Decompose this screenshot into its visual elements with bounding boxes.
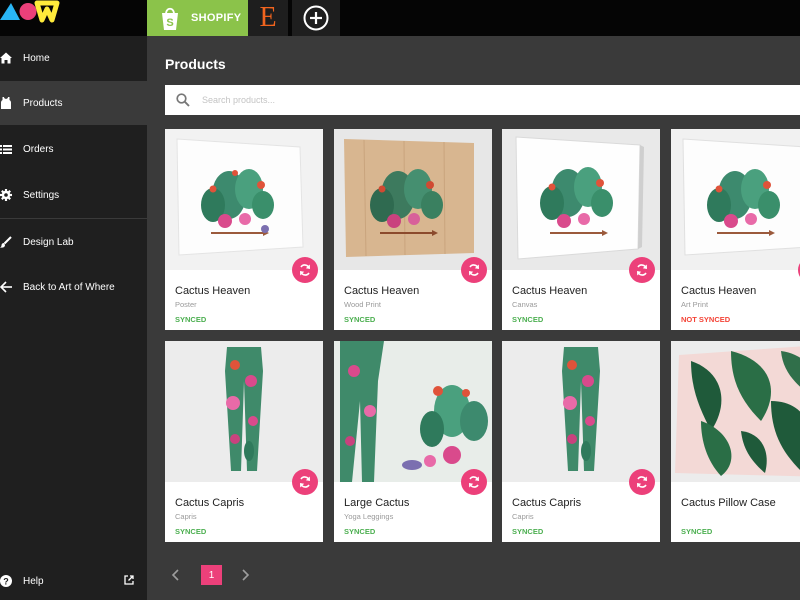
product-image bbox=[502, 129, 660, 270]
product-type: Art Print bbox=[681, 300, 709, 309]
sidebar-item-label: Back to Art of Where bbox=[23, 281, 115, 293]
product-card[interactable]: Cactus Heaven Wood Print SYNCED bbox=[334, 129, 492, 330]
product-card[interactable]: Large Cactus Yoga Leggings SYNCED bbox=[334, 341, 492, 542]
product-name: Cactus Heaven bbox=[512, 285, 588, 297]
sync-icon bbox=[637, 264, 647, 276]
product-name: Cactus Capris bbox=[175, 497, 245, 509]
sidebar-item-help[interactable]: ? Help bbox=[0, 566, 147, 596]
product-image bbox=[334, 129, 492, 270]
sidebar-item-home[interactable]: Home bbox=[0, 36, 147, 80]
sync-status: SYNCED bbox=[681, 527, 713, 536]
sync-icon bbox=[300, 476, 310, 488]
product-type: Capris bbox=[175, 512, 197, 521]
external-link-icon bbox=[124, 575, 134, 585]
product-image bbox=[165, 341, 323, 482]
search-bar[interactable] bbox=[165, 85, 800, 115]
product-card[interactable]: Cactus Capris Capris SYNCED bbox=[165, 341, 323, 542]
art-of-where-logo-icon[interactable] bbox=[0, 0, 70, 36]
brush-icon bbox=[0, 236, 12, 248]
sync-icon bbox=[469, 264, 479, 276]
sync-icon bbox=[469, 476, 479, 488]
product-card[interactable]: Cactus Capris Capris SYNCED bbox=[502, 341, 660, 542]
gear-icon bbox=[0, 189, 12, 201]
product-type: Capris bbox=[512, 512, 534, 521]
sidebar-item-design-lab[interactable]: Design Lab bbox=[0, 220, 147, 264]
chevron-right-icon[interactable] bbox=[238, 568, 252, 582]
chevron-left-icon[interactable] bbox=[169, 568, 183, 582]
svg-text:?: ? bbox=[3, 577, 9, 587]
sidebar-item-settings[interactable]: Settings bbox=[0, 173, 147, 217]
sync-button[interactable] bbox=[629, 257, 655, 283]
sync-button[interactable] bbox=[629, 469, 655, 495]
sync-icon bbox=[300, 264, 310, 276]
search-icon bbox=[176, 93, 190, 107]
sync-icon bbox=[637, 476, 647, 488]
etsy-channel-tab[interactable]: E bbox=[248, 0, 288, 36]
sidebar-item-label: Orders bbox=[23, 143, 54, 155]
sync-status: SYNCED bbox=[512, 315, 544, 324]
sync-status: SYNCED bbox=[175, 315, 207, 324]
product-type: Wood Print bbox=[344, 300, 381, 309]
top-bar: S SHOPIFY E bbox=[0, 0, 800, 36]
page-title: Products bbox=[165, 56, 226, 72]
sync-button[interactable] bbox=[461, 257, 487, 283]
home-icon bbox=[0, 52, 12, 64]
product-image bbox=[165, 129, 323, 270]
help-icon: ? bbox=[0, 575, 12, 587]
shopify-tab-label: SHOPIFY bbox=[191, 12, 242, 24]
sidebar-item-label: Help bbox=[23, 575, 44, 587]
main-content: Products Cactus bbox=[147, 36, 800, 600]
product-type: Yoga Leggings bbox=[344, 512, 394, 521]
product-name: Cactus Heaven bbox=[344, 285, 420, 297]
sidebar-item-label: Settings bbox=[23, 189, 60, 201]
product-card[interactable]: Cactus Pillow Case SYNCED bbox=[671, 341, 800, 542]
svg-text:S: S bbox=[166, 17, 173, 29]
sidebar-item-back-to-art-of-where[interactable]: Back to Art of Where bbox=[0, 265, 147, 309]
product-image bbox=[502, 341, 660, 482]
shopify-channel-tab[interactable]: S SHOPIFY bbox=[147, 0, 248, 36]
sync-status: NOT SYNCED bbox=[681, 315, 731, 324]
product-card[interactable]: Cactus Heaven Art Print NOT SYNCED bbox=[671, 129, 800, 330]
search-input[interactable] bbox=[202, 95, 762, 105]
sidebar-divider bbox=[0, 218, 147, 219]
sidebar-item-label: Products bbox=[23, 97, 63, 109]
product-type: Poster bbox=[175, 300, 197, 309]
product-image bbox=[671, 129, 800, 270]
product-name: Cactus Capris bbox=[512, 497, 582, 509]
product-card[interactable]: Cactus Heaven Canvas SYNCED bbox=[502, 129, 660, 330]
sync-button[interactable] bbox=[292, 469, 318, 495]
shopify-bag-icon: S bbox=[162, 7, 178, 30]
product-name: Large Cactus bbox=[344, 497, 410, 509]
sync-status: SYNCED bbox=[344, 527, 376, 536]
sidebar-item-products[interactable]: Products bbox=[0, 81, 147, 125]
list-icon bbox=[0, 143, 12, 155]
sidebar-item-label: Design Lab bbox=[23, 236, 74, 248]
sync-status: SYNCED bbox=[512, 527, 544, 536]
product-card[interactable]: Cactus Heaven Poster SYNCED bbox=[165, 129, 323, 330]
tank-top-icon bbox=[0, 97, 12, 109]
product-name: Cactus Heaven bbox=[175, 285, 251, 297]
product-name: Cactus Pillow Case bbox=[681, 497, 776, 509]
product-name: Cactus Heaven bbox=[681, 285, 757, 297]
add-channel-button[interactable] bbox=[292, 0, 340, 36]
arrow-left-icon bbox=[0, 281, 12, 293]
sync-status: SYNCED bbox=[175, 527, 207, 536]
product-image bbox=[671, 341, 800, 482]
sync-status: SYNCED bbox=[344, 315, 376, 324]
page-number-button[interactable]: 1 bbox=[201, 565, 222, 585]
product-image bbox=[334, 341, 492, 482]
sidebar-item-label: Home bbox=[23, 52, 50, 64]
product-type: Canvas bbox=[512, 300, 538, 309]
sidebar: Home Products Orders Settings Design Lab… bbox=[0, 36, 147, 600]
sync-button[interactable] bbox=[461, 469, 487, 495]
etsy-logo-icon: E bbox=[259, 2, 277, 33]
pagination: 1 bbox=[165, 564, 285, 586]
sync-button[interactable] bbox=[292, 257, 318, 283]
add-channel-icon bbox=[303, 5, 329, 31]
sidebar-item-orders[interactable]: Orders bbox=[0, 127, 147, 171]
